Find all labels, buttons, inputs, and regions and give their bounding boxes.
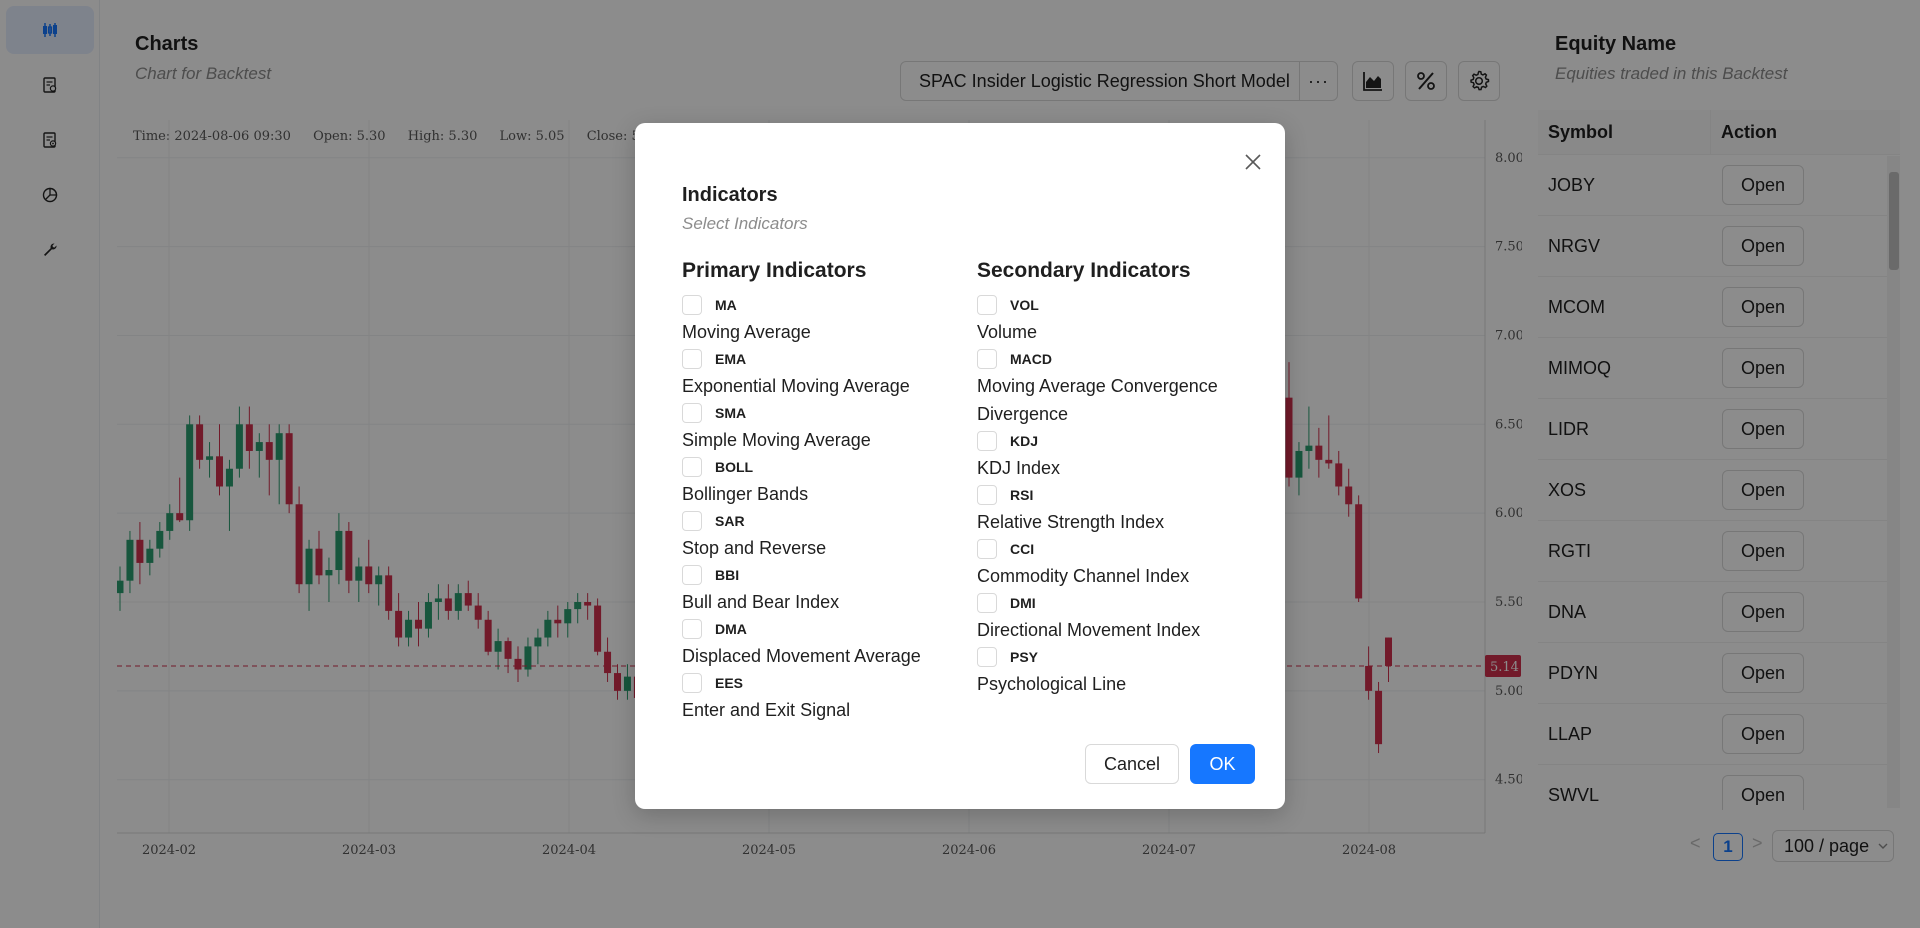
indicator-cci: CCI Commodity Channel Index <box>977 536 1247 590</box>
indicator-code: EMA <box>715 351 747 367</box>
indicator-description: Relative Strength Index <box>977 512 1165 532</box>
indicator-option[interactable]: RSI <box>977 482 1247 508</box>
close-icon <box>1245 154 1261 170</box>
indicator-psy: PSY Psychological Line <box>977 644 1247 698</box>
indicator-code: VOL <box>1010 297 1039 313</box>
indicator-ema: EMA Exponential Moving Average <box>682 346 921 400</box>
ok-button[interactable]: OK <box>1190 744 1255 784</box>
indicator-code: PSY <box>1010 649 1039 665</box>
indicator-option[interactable]: PSY <box>977 644 1247 670</box>
indicator-bbi: BBI Bull and Bear Index <box>682 562 921 616</box>
indicator-dmi: DMI Directional Movement Index <box>977 590 1247 644</box>
indicator-description: Directional Movement Index <box>977 620 1201 640</box>
indicator-macd: MACD Moving Average Convergence Divergenc… <box>977 346 1247 428</box>
checkbox[interactable] <box>682 673 702 693</box>
checkbox[interactable] <box>682 349 702 369</box>
checkbox[interactable] <box>977 295 997 315</box>
indicator-description: Stop and Reverse <box>682 538 827 558</box>
indicator-description: Moving Average <box>682 322 811 342</box>
indicator-description: Bull and Bear Index <box>682 592 840 612</box>
checkbox[interactable] <box>977 349 997 369</box>
cancel-button[interactable]: Cancel <box>1085 744 1179 784</box>
indicator-description: Simple Moving Average <box>682 430 871 450</box>
indicator-description: Displaced Movement Average <box>682 646 921 666</box>
indicator-option[interactable]: SAR <box>682 508 921 534</box>
indicator-code: BOLL <box>715 459 754 475</box>
secondary-indicators-title: Secondary Indicators <box>977 259 1191 282</box>
indicator-code: DMI <box>1010 595 1036 611</box>
indicator-ma: MA Moving Average <box>682 292 921 346</box>
indicator-ees: EES Enter and Exit Signal <box>682 670 921 724</box>
indicator-option[interactable]: BOLL <box>682 454 921 480</box>
indicator-rsi: RSI Relative Strength Index <box>977 482 1247 536</box>
indicator-kdj: KDJ KDJ Index <box>977 428 1247 482</box>
secondary-indicators: Secondary Indicators VOL Volume MACD Moving… <box>977 259 1247 698</box>
indicator-option[interactable]: CCI <box>977 536 1247 562</box>
indicator-code: BBI <box>715 567 740 583</box>
indicator-description: KDJ Index <box>977 458 1061 478</box>
checkbox[interactable] <box>682 457 702 477</box>
indicator-code: MACD <box>1010 351 1052 367</box>
checkbox[interactable] <box>977 647 997 667</box>
indicator-sma: SMA Simple Moving Average <box>682 400 921 454</box>
indicator-option[interactable]: DMA <box>682 616 921 642</box>
indicator-description: Commodity Channel Index <box>977 566 1190 586</box>
primary-indicators: Primary Indicators MA Moving Average EMA Ex… <box>682 259 921 724</box>
indicator-option[interactable]: MACD <box>977 346 1247 372</box>
indicator-option[interactable]: EES <box>682 670 921 696</box>
indicator-option[interactable]: EMA <box>682 346 921 372</box>
checkbox[interactable] <box>977 431 997 451</box>
indicator-code: RSI <box>1010 487 1034 503</box>
checkbox[interactable] <box>682 565 702 585</box>
indicator-code: EES <box>715 675 744 691</box>
indicator-option[interactable]: SMA <box>682 400 921 426</box>
indicator-description: Exponential Moving Average <box>682 376 910 396</box>
indicator-option[interactable]: DMI <box>977 590 1247 616</box>
checkbox[interactable] <box>682 403 702 423</box>
checkbox[interactable] <box>977 539 997 559</box>
indicator-sar: SAR Stop and Reverse <box>682 508 921 562</box>
checkbox[interactable] <box>682 619 702 639</box>
indicator-description: Enter and Exit Signal <box>682 700 851 720</box>
checkbox[interactable] <box>682 511 702 531</box>
indicator-code: KDJ <box>1010 433 1039 449</box>
indicators-modal: Indicators Select Indicators Primary Ind… <box>635 123 1285 809</box>
indicator-vol: VOL Volume <box>977 292 1247 346</box>
indicator-code: SAR <box>715 513 745 529</box>
modal-title: Indicators <box>682 184 778 206</box>
modal-footer: Cancel OK <box>1085 744 1255 784</box>
primary-indicator-list: MA Moving Average EMA Exponential Moving Av… <box>682 292 921 724</box>
indicator-code: DMA <box>715 621 747 637</box>
indicator-description: Volume <box>977 322 1038 342</box>
indicator-description: Moving Average Convergence Divergence <box>977 376 1218 424</box>
indicator-code: MA <box>715 297 737 313</box>
indicator-description: Bollinger Bands <box>682 484 809 504</box>
indicator-option[interactable]: VOL <box>977 292 1247 318</box>
indicator-option[interactable]: MA <box>682 292 921 318</box>
checkbox[interactable] <box>977 485 997 505</box>
indicator-code: CCI <box>1010 541 1035 557</box>
indicator-option[interactable]: BBI <box>682 562 921 588</box>
primary-indicators-title: Primary Indicators <box>682 259 867 282</box>
checkbox[interactable] <box>977 593 997 613</box>
indicator-description: Psychological Line <box>977 674 1127 694</box>
checkbox[interactable] <box>682 295 702 315</box>
indicator-dma: DMA Displaced Movement Average <box>682 616 921 670</box>
indicator-code: SMA <box>715 405 747 421</box>
secondary-indicator-list: VOL Volume MACD Moving Average Convergence … <box>977 292 1247 698</box>
indicator-option[interactable]: KDJ <box>977 428 1247 454</box>
indicator-boll: BOLL Bollinger Bands <box>682 454 921 508</box>
close-button[interactable] <box>1239 148 1267 176</box>
modal-subtitle: Select Indicators <box>682 214 808 233</box>
